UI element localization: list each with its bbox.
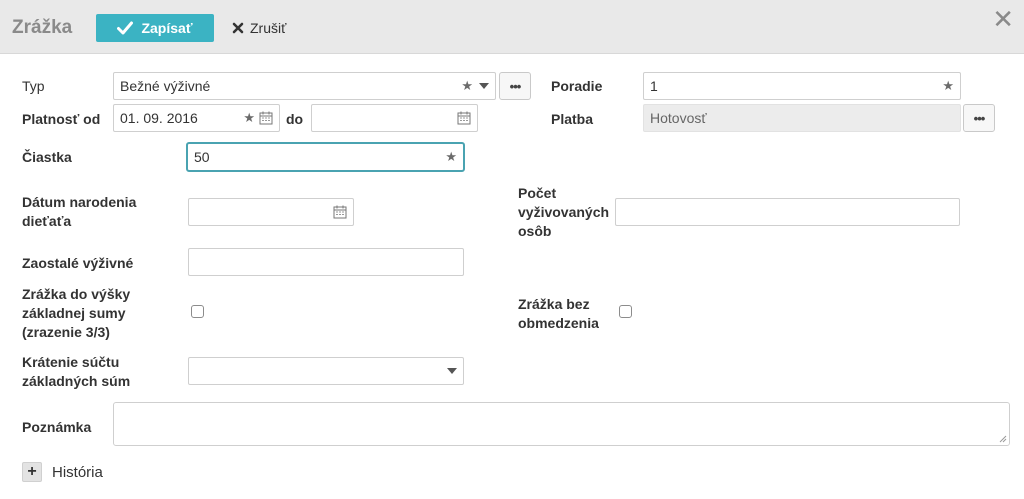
platba-more-button[interactable]: ••• bbox=[963, 104, 995, 132]
datum-narodenia-input[interactable] bbox=[188, 198, 354, 226]
zrazka-bez-obmedzenia-label: Zrážka bez obmedzenia bbox=[518, 296, 599, 331]
dialog-title: Zrážka bbox=[12, 17, 73, 38]
platnost-od-label: Platnosť od bbox=[22, 111, 101, 127]
zrazka-do-vysky-checkbox[interactable] bbox=[191, 305, 204, 318]
pocet-vyzivovanych-input[interactable] bbox=[615, 198, 960, 226]
do-label: do bbox=[286, 111, 304, 127]
favorite-star-icon[interactable]: ★ bbox=[243, 110, 255, 126]
cancel-button-label: Zrušiť bbox=[250, 20, 287, 36]
zaostale-input[interactable] bbox=[188, 248, 464, 276]
favorite-star-icon[interactable]: ★ bbox=[445, 149, 457, 165]
platnost-od-value: 01. 09. 2016 bbox=[120, 110, 198, 126]
history-label: História bbox=[52, 463, 103, 481]
close-dialog-icon[interactable]: ✕ bbox=[992, 6, 1014, 32]
kratenie-select[interactable] bbox=[188, 357, 464, 385]
cancel-button[interactable]: Zrušiť bbox=[232, 14, 286, 42]
ciastka-input[interactable]: 50 ★ bbox=[186, 142, 465, 172]
calendar-icon[interactable] bbox=[259, 111, 273, 125]
poznamka-label: Poznámka bbox=[22, 419, 92, 435]
typ-value: Bežné výživné bbox=[120, 78, 211, 94]
do-input[interactable] bbox=[311, 104, 478, 132]
ciastka-value: 50 bbox=[194, 149, 210, 165]
platba-label: Platba bbox=[551, 111, 594, 127]
zrazka-bez-obmedzenia-checkbox[interactable] bbox=[619, 305, 632, 318]
datum-narodenia-label: Dátum narodenia dieťaťa bbox=[22, 194, 137, 229]
dialog-header: Zrážka Zapísať Zrušiť ✕ bbox=[0, 0, 1024, 54]
zrazka-do-vysky-label: Zrážka do výšky základnej sumy (zrazenie… bbox=[22, 286, 131, 340]
save-button-label: Zapísať bbox=[141, 20, 193, 36]
check-icon bbox=[117, 21, 134, 35]
calendar-icon[interactable] bbox=[457, 111, 471, 125]
poradie-value: 1 bbox=[650, 78, 658, 94]
chevron-down-icon[interactable] bbox=[479, 83, 489, 89]
calendar-icon[interactable] bbox=[333, 205, 347, 219]
plus-icon: + bbox=[22, 462, 42, 482]
typ-select[interactable]: Bežné výživné ★ bbox=[113, 72, 496, 100]
history-toggle[interactable]: + História bbox=[22, 462, 103, 482]
save-button[interactable]: Zapísať bbox=[96, 14, 214, 42]
favorite-star-icon[interactable]: ★ bbox=[942, 78, 954, 94]
typ-label: Typ bbox=[22, 78, 45, 94]
resize-handle-icon[interactable] bbox=[999, 435, 1007, 443]
platnost-od-input[interactable]: 01. 09. 2016 ★ bbox=[113, 104, 280, 132]
favorite-star-icon[interactable]: ★ bbox=[461, 78, 473, 94]
pocet-vyzivovanych-label: Počet vyživovaných osôb bbox=[518, 185, 610, 239]
kratenie-label: Krátenie súčtu základných súm bbox=[22, 354, 131, 389]
platba-value: Hotovosť bbox=[650, 110, 707, 126]
typ-more-button[interactable]: ••• bbox=[499, 72, 531, 100]
close-icon bbox=[232, 22, 244, 34]
chevron-down-icon[interactable] bbox=[447, 368, 457, 374]
zaostale-label: Zaostalé výživné bbox=[22, 255, 134, 271]
poznamka-textarea[interactable] bbox=[113, 402, 1010, 446]
poradie-input[interactable]: 1 ★ bbox=[643, 72, 961, 100]
ciastka-label: Čiastka bbox=[22, 149, 72, 165]
platba-input: Hotovosť bbox=[643, 104, 961, 132]
poradie-label: Poradie bbox=[551, 78, 603, 94]
